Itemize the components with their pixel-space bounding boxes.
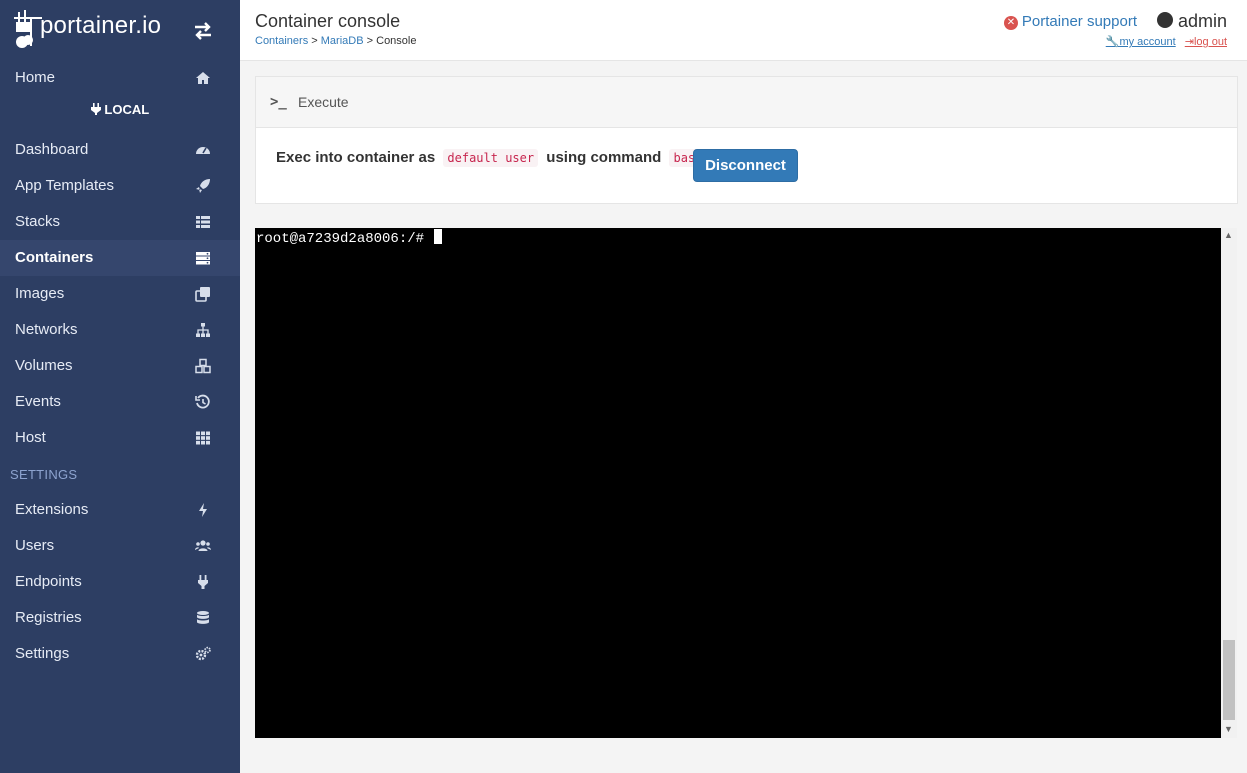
sidebar-item-networks[interactable]: Networks	[0, 312, 240, 348]
sidebar-item-dashboard[interactable]: Dashboard	[0, 132, 240, 168]
wrench-icon: 🔧	[1105, 36, 1120, 48]
support-label: Portainer support	[1021, 13, 1137, 30]
page-header: Container console Containers > MariaDB >…	[240, 0, 1247, 61]
sidebar-item-containers[interactable]: Containers	[0, 240, 240, 276]
clone-icon	[195, 287, 210, 302]
cogs-icon	[195, 646, 211, 661]
sidebar-item-label: Users	[15, 537, 55, 554]
widget-header: >_ Execute	[256, 77, 1237, 128]
sidebar-item-app-templates[interactable]: App Templates	[0, 168, 240, 204]
exec-prefix-text: Exec into container as	[276, 149, 436, 166]
breadcrumb-current: Console	[376, 35, 417, 47]
sidebar-item-label: Endpoints	[15, 573, 82, 590]
log-out-link[interactable]: ⇥log out	[1185, 36, 1227, 48]
home-icon	[196, 72, 210, 84]
sidebar-item-events[interactable]: Events	[0, 384, 240, 420]
portainer-support-link[interactable]: ✕ Portainer support	[1003, 13, 1137, 30]
sidebar-item-label: App Templates	[15, 177, 114, 194]
terminal-icon: >_	[270, 94, 287, 110]
sitemap-icon	[196, 323, 210, 337]
sidebar-item-label: Extensions	[15, 501, 89, 518]
log-out-label: log out	[1193, 36, 1227, 48]
sidebar-item-label: Settings	[15, 645, 70, 662]
page-title: Container console	[255, 11, 401, 31]
terminal[interactable]: root@a7239d2a8006:/#	[255, 228, 1221, 738]
endpoint-name: LOCAL	[104, 102, 150, 117]
exec-middle-text: using command	[546, 149, 662, 166]
sidebar-item-settings[interactable]: Settings	[0, 636, 240, 672]
brand-name: portainer.io	[40, 12, 162, 39]
sidebar-item-stacks[interactable]: Stacks	[0, 204, 240, 240]
sidebar-item-endpoints[interactable]: Endpoints	[0, 564, 240, 600]
sidebar-item-label: Stacks	[15, 213, 61, 230]
exec-user-code: default user	[443, 149, 539, 167]
sidebar-item-users[interactable]: Users	[0, 528, 240, 564]
settings-section-header: SETTINGS	[10, 467, 78, 482]
exec-description: Exec into container as default user usin…	[276, 149, 710, 167]
disconnect-button[interactable]: Disconnect	[693, 149, 798, 182]
sidebar-item-label: Registries	[15, 609, 82, 626]
sign-out-icon: ⇥	[1184, 36, 1194, 48]
history-icon	[195, 394, 210, 409]
sidebar-item-label: Host	[15, 429, 46, 446]
terminal-line: root@a7239d2a8006:/#	[256, 229, 443, 247]
execute-widget: >_ Execute Exec into container as defaul…	[255, 76, 1238, 204]
breadcrumb-separator: >	[311, 35, 318, 47]
my-account-label: my account	[1119, 36, 1176, 48]
header-links: 🔧my account ⇥log out	[1100, 35, 1227, 48]
sidebar-item-images[interactable]: Images	[0, 276, 240, 312]
server-icon	[196, 252, 210, 265]
terminal-prompt: root@a7239d2a8006:/#	[256, 231, 425, 247]
plug-icon	[198, 575, 208, 589]
scroll-down-arrow-icon[interactable]: ▼	[1224, 724, 1233, 734]
exchange-icon[interactable]	[192, 20, 214, 42]
th-icon	[196, 431, 210, 445]
cubes-icon	[195, 358, 211, 374]
widget-title: Execute	[298, 94, 349, 110]
bolt-icon	[199, 503, 207, 517]
users-icon	[195, 540, 211, 551]
username: admin	[1177, 11, 1227, 31]
scroll-up-arrow-icon[interactable]: ▲	[1224, 230, 1233, 240]
terminal-cursor	[434, 229, 443, 244]
sidebar-item-volumes[interactable]: Volumes	[0, 348, 240, 384]
sidebar-item-extensions[interactable]: Extensions	[0, 492, 240, 528]
endpoint-local-label: LOCAL	[0, 102, 240, 117]
sidebar-item-host[interactable]: Host	[0, 420, 240, 456]
sidebar-item-label: Dashboard	[15, 141, 89, 158]
tachometer-icon	[196, 147, 210, 154]
sidebar-item-label: Networks	[15, 321, 78, 338]
sidebar-item-home[interactable]: Home	[0, 60, 240, 96]
breadcrumb-container-link[interactable]: MariaDB	[321, 35, 364, 47]
database-icon	[197, 611, 209, 624]
sidebar-item-label: Events	[15, 393, 61, 410]
breadcrumb-containers-link[interactable]: Containers	[255, 35, 308, 47]
user-circle-icon	[1156, 12, 1173, 28]
sidebar-item-label: Images	[15, 285, 65, 302]
sidebar-item-label: Home	[15, 69, 56, 86]
brand: portainer.io	[0, 0, 240, 60]
breadcrumb-separator: >	[366, 35, 374, 47]
rocket-icon	[196, 179, 210, 193]
support-icon: ✕	[1003, 16, 1018, 30]
plug-icon	[90, 103, 101, 115]
sidebar-item-label: Containers	[15, 249, 94, 266]
my-account-link[interactable]: 🔧my account	[1106, 36, 1176, 48]
sidebar: portainer.io Home LOCAL Dashboard App Te…	[0, 0, 240, 773]
sidebar-item-registries[interactable]: Registries	[0, 600, 240, 636]
th-list-icon	[196, 216, 210, 228]
user-menu: admin	[1156, 11, 1227, 32]
scrollbar-thumb[interactable]	[1223, 640, 1235, 720]
breadcrumb: Containers > MariaDB > Console	[255, 35, 416, 47]
sidebar-item-label: Volumes	[15, 357, 73, 374]
